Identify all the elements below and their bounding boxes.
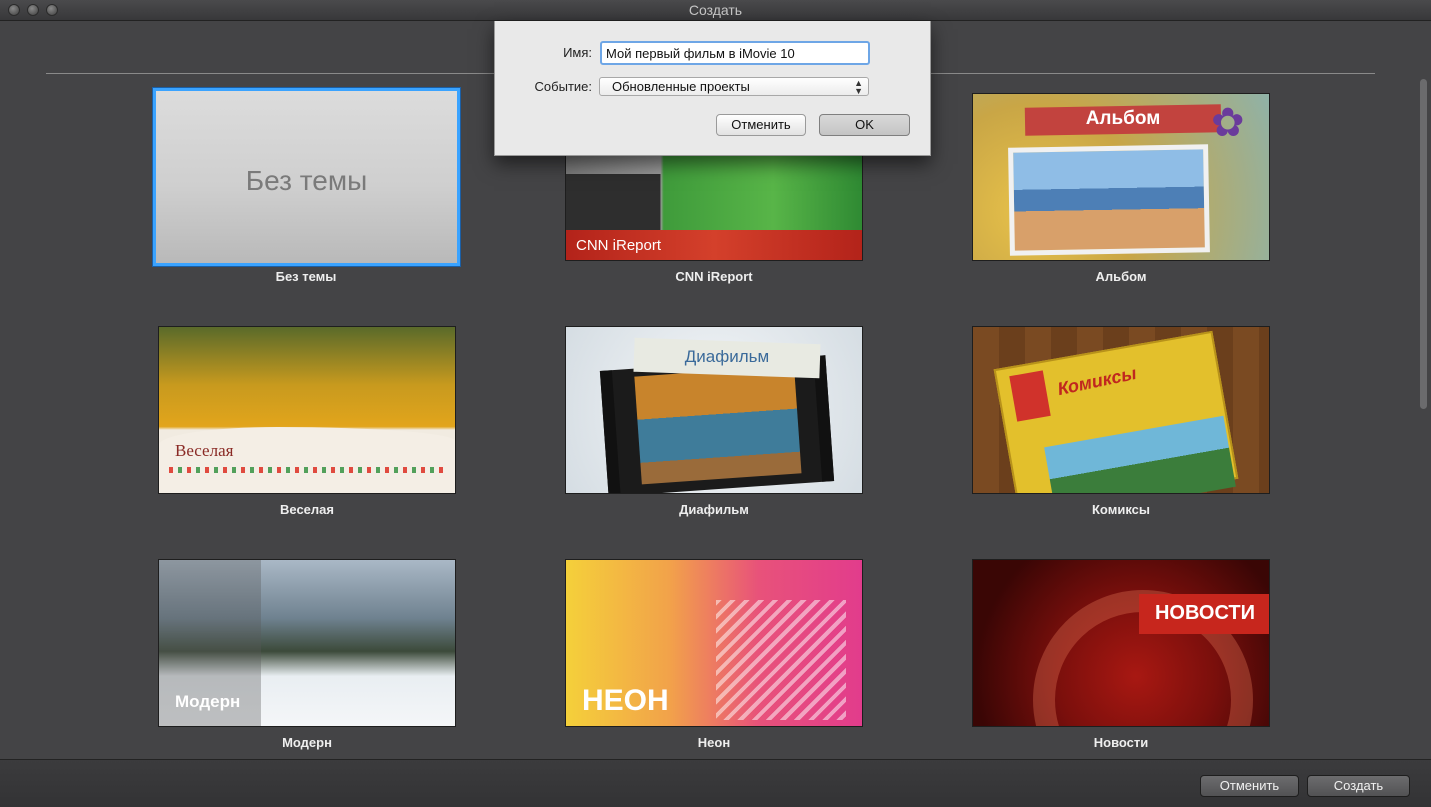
theme-tile-album[interactable]: Альбом ✿ [972,93,1270,261]
theme-caption: Веселая [280,502,334,517]
theme-tile-comics[interactable]: Комиксы [972,326,1270,494]
theme-thumb-title: НОВОСТИ [1154,602,1256,624]
theme-caption: Без темы [275,269,337,284]
album-photo [1008,144,1210,256]
theme-caption: Комиксы [1092,502,1150,517]
film-frame [634,365,802,485]
theme-thumb-title: НЕОН [582,684,669,717]
theme-thumb-title: Без темы [245,165,368,196]
theme-caption: Новости [1093,735,1149,750]
theme-tile-happy[interactable]: Веселая [158,326,456,494]
dialog-ok-button[interactable]: OK [819,114,910,136]
theme-caption: Неон [697,735,731,750]
dialog-cancel-button[interactable]: Отменить [716,114,806,136]
cancel-button[interactable]: Отменить [1200,775,1299,797]
happy-dots [169,467,445,473]
theme-thumb-title: CNN iReport [576,237,662,254]
event-select[interactable]: Обновленные проекты ▲ ▼ [599,77,869,96]
theme-caption: Альбом [1095,269,1147,284]
name-label: Имя: [563,45,592,60]
neon-stripes [716,600,846,720]
theme-thumb-title: Модерн [175,692,241,711]
vertical-scrollbar[interactable] [1420,79,1427,409]
bottom-toolbar: Отменить Создать [0,759,1431,807]
theme-tile-news[interactable]: НОВОСТИ [972,559,1270,727]
create-button[interactable]: Создать [1307,775,1410,797]
theme-tile-modern[interactable]: Модерн [158,559,456,727]
theme-thumb-title: Диафильм [684,347,770,366]
window-title: Создать [688,2,743,18]
theme-caption: CNN iReport [675,269,753,284]
event-select-value: Обновленные проекты [612,79,750,94]
new-movie-dialog: Имя: Событие: Обновленные проекты ▲▼ Отм… [494,21,931,156]
theme-tile-filmstrip[interactable]: Диафильм [565,326,863,494]
event-label: Событие: [534,79,592,94]
flower-icon: ✿ [1211,101,1245,145]
movie-name-input[interactable] [600,41,870,65]
theme-caption: Модерн [282,735,332,750]
select-arrows-icon: ▲ ▼ [854,78,863,96]
theme-tile-no-theme[interactable]: Без темы [153,88,460,266]
theme-tile-neon[interactable]: НЕОН [565,559,863,727]
theme-thumb-title: Альбом [1085,108,1161,129]
theme-caption: Диафильм [679,502,749,517]
theme-thumb-title: Веселая [175,441,234,460]
window-titlebar: Создать [0,0,1431,21]
